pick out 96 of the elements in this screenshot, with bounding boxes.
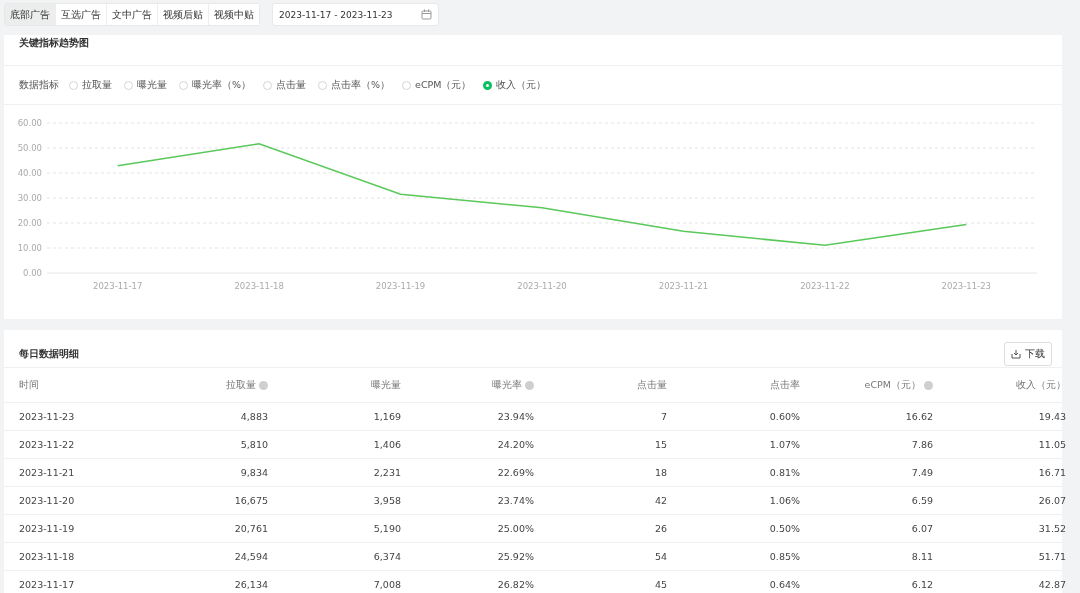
table-cell: 15 <box>654 439 667 450</box>
y-tick-label: 60.00 <box>17 118 42 128</box>
table-cell: 25.00% <box>497 523 534 534</box>
table-cell: 4,883 <box>240 411 268 422</box>
table-cell: 25.92% <box>497 551 534 562</box>
table-cell: 2023-11-17 <box>19 579 75 590</box>
card-title: 每日数据明细 <box>18 346 80 361</box>
metric-radio[interactable]: 点击量 <box>263 78 307 92</box>
table-cell: 0.64% <box>769 579 800 590</box>
table-cell: 7 <box>660 411 667 422</box>
help-icon <box>525 380 534 390</box>
x-tick-label: 2023-11-18 <box>234 281 284 291</box>
table-cell: 7.86 <box>911 439 933 450</box>
column-header: eCPM（元） <box>864 378 921 392</box>
table-cell: 31.52 <box>1038 523 1066 534</box>
table-cell: 6,374 <box>373 551 401 562</box>
table-cell: 7.49 <box>911 467 933 478</box>
column-header: 点击率 <box>770 378 800 392</box>
table-cell: 26.82% <box>497 579 534 590</box>
table-cell: 23.94% <box>497 411 534 422</box>
table-cell: 19.43 <box>1038 411 1066 422</box>
x-tick-label: 2023-11-22 <box>800 281 850 291</box>
x-tick-label: 2023-11-23 <box>941 281 991 291</box>
table-cell: 0.85% <box>769 551 800 562</box>
table-cell: 54 <box>654 551 667 562</box>
table-cell: 0.81% <box>769 467 800 478</box>
table-cell: 24.20% <box>497 439 534 450</box>
metric-radio[interactable]: 收入（元） <box>483 78 547 92</box>
table-cell: 2,231 <box>373 467 401 478</box>
table-cell: 2023-11-19 <box>19 523 75 534</box>
ad-tab[interactable]: 底部广告 <box>5 4 56 25</box>
table-cell: 18 <box>654 467 667 478</box>
table-cell: 8.11 <box>911 551 933 562</box>
y-tick-label: 50.00 <box>17 143 42 153</box>
column-header: 拉取量 <box>226 378 256 392</box>
y-tick-label: 0.00 <box>23 268 42 278</box>
x-tick-label: 2023-11-19 <box>375 281 426 291</box>
table-cell: 0.50% <box>769 523 800 534</box>
table-cell: 26.07 <box>1038 495 1066 506</box>
metrics-label: 数据指标 <box>19 78 59 92</box>
table-cell: 11.05 <box>1038 439 1066 450</box>
y-tick-label: 20.00 <box>17 218 42 228</box>
table-cell: 22.69% <box>497 467 534 478</box>
table-cell: 1,406 <box>373 439 401 450</box>
y-tick-label: 40.00 <box>17 168 42 178</box>
help-icon <box>924 380 933 390</box>
column-header: 点击量 <box>637 378 667 392</box>
metric-radio[interactable]: 拉取量 <box>69 78 112 92</box>
table-cell: 23.74% <box>497 495 534 506</box>
download-icon <box>1011 348 1021 359</box>
table-cell: 20,761 <box>234 523 268 534</box>
table-cell: 45 <box>654 579 667 590</box>
table-cell: 0.60% <box>769 411 800 422</box>
table-cell: 24,594 <box>234 551 268 562</box>
table-cell: 3,958 <box>373 495 401 506</box>
x-tick-label: 2023-11-21 <box>658 281 709 291</box>
table-cell: 2023-11-20 <box>19 495 75 506</box>
metric-radio[interactable]: eCPM（元） <box>402 78 472 92</box>
table-cell: 2023-11-21 <box>19 467 75 478</box>
table-cell: 16.62 <box>905 411 933 422</box>
y-tick-label: 10.00 <box>17 243 42 253</box>
table-cell: 7,008 <box>373 579 401 590</box>
table-cell: 1.07% <box>769 439 800 450</box>
table-cell: 6.12 <box>911 579 933 590</box>
table-cell: 9,834 <box>240 467 268 478</box>
table-cell: 26,134 <box>234 579 268 590</box>
table-cell: 6.07 <box>911 523 933 534</box>
table-cell: 16,675 <box>234 495 268 506</box>
download-button[interactable]: 下载 <box>1004 341 1052 366</box>
x-tick-label: 2023-11-20 <box>517 281 567 291</box>
metric-radio[interactable]: 曝光量 <box>124 78 167 92</box>
table-cell: 42.87 <box>1038 579 1066 590</box>
table-cell: 26 <box>654 523 667 534</box>
table-cell: 6.59 <box>911 495 933 506</box>
table-cell: 16.71 <box>1038 467 1066 478</box>
y-tick-label: 30.00 <box>17 193 42 203</box>
card-title: 关键指标趋势图 <box>4 35 1062 66</box>
table-cell: 5,810 <box>240 439 268 450</box>
table-cell: 51.71 <box>1038 551 1066 562</box>
table-cell: 1,169 <box>373 411 401 422</box>
metric-radio[interactable]: 曝光率（%） <box>179 78 252 92</box>
table-cell: 1.06% <box>769 495 800 506</box>
help-icon <box>259 380 268 390</box>
table-cell: 2023-11-23 <box>19 411 75 422</box>
calendar-icon <box>420 9 432 20</box>
column-header: 收入（元） <box>1016 378 1066 392</box>
column-header: 时间 <box>19 378 39 392</box>
metric-radio[interactable]: 点击率（%） <box>318 78 391 92</box>
table-cell: 2023-11-18 <box>19 551 75 562</box>
x-tick-label: 2023-11-17 <box>93 281 143 291</box>
column-header: 曝光量 <box>371 378 401 392</box>
table-cell: 2023-11-22 <box>19 439 75 450</box>
column-header: 曝光率 <box>492 378 522 392</box>
date-range-field[interactable]: 2023-11-17 - 2023-11-23 <box>272 3 439 26</box>
table-cell: 5,190 <box>373 523 401 534</box>
table-cell: 42 <box>654 495 667 506</box>
